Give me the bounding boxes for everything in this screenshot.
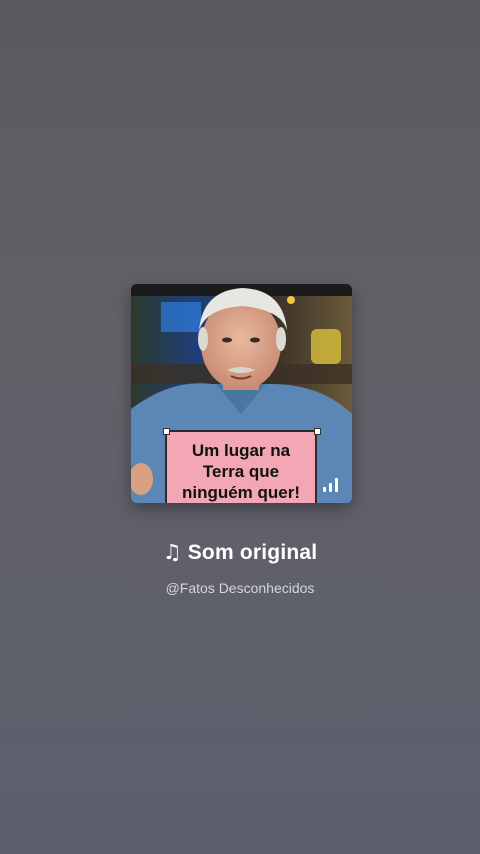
audio-bars-icon <box>323 478 338 492</box>
sound-title: Som original <box>187 541 318 564</box>
music-note-icon: ♫ <box>162 540 182 564</box>
cover-caption-line: Terra que <box>202 462 280 481</box>
sound-author-link[interactable]: @Fatos Desconhecidos <box>0 580 480 596</box>
caption-handle-icon <box>314 428 321 435</box>
caption-handle-icon <box>163 428 170 435</box>
cover-caption-line: ninguém quer! <box>181 483 301 502</box>
sound-title-row[interactable]: ♫ Som original <box>0 540 480 565</box>
cover-caption-line: Um lugar na <box>191 441 291 460</box>
cover-caption-box: Um lugar na Terra que ninguém quer! <box>165 430 317 503</box>
sound-cover-thumbnail[interactable]: Um lugar na Terra que ninguém quer! <box>131 284 352 503</box>
